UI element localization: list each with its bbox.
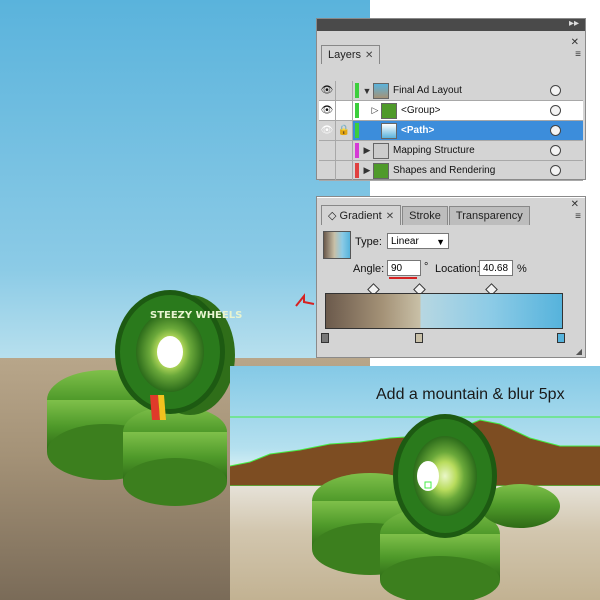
annotation-underline <box>389 277 417 279</box>
lock-toggle[interactable] <box>336 161 353 180</box>
chevron-down-icon[interactable]: ▼ <box>436 234 445 250</box>
annotation-arrow-icon <box>295 293 315 307</box>
degree-symbol: ° <box>424 261 429 273</box>
layers-panel[interactable]: ▸▸ Layers ✕ ✕ ≡ 👁 ▼ Final Ad Layout 👁 ▷ <… <box>316 18 586 181</box>
lock-toggle[interactable] <box>336 81 353 100</box>
close-tab-icon[interactable]: ✕ <box>365 50 373 61</box>
expand-triangle-icon[interactable]: ▶ <box>361 145 373 156</box>
target-circle-icon[interactable] <box>550 145 561 156</box>
layer-name: Mapping Structure <box>393 145 475 156</box>
layer-color-swatch <box>355 123 359 138</box>
gradient-color-stop[interactable] <box>557 333 565 343</box>
layer-name: Final Ad Layout <box>393 85 462 96</box>
layer-thumbnail <box>373 162 389 179</box>
gradient-color-stop[interactable] <box>321 333 329 343</box>
layer-row-final-ad-layout[interactable]: 👁 ▼ Final Ad Layout <box>319 81 583 101</box>
close-tab-icon[interactable]: ✕ <box>386 211 394 222</box>
close-panel-icon[interactable]: ✕ <box>571 199 579 210</box>
layer-color-swatch <box>355 163 359 178</box>
eye-icon[interactable]: 👁 <box>319 101 336 120</box>
resize-grip-icon[interactable]: ◢ <box>576 347 582 356</box>
layer-thumbnail <box>373 142 389 159</box>
lock-icon[interactable]: 🔒 <box>336 121 353 140</box>
type-label: Type: <box>355 236 382 248</box>
lock-toggle[interactable] <box>336 101 353 120</box>
location-input[interactable]: 40.68 <box>479 260 513 276</box>
panel-menu-icon[interactable]: ≡ <box>575 49 581 60</box>
tab-transparency[interactable]: Transparency <box>448 206 530 225</box>
wheel-brand-text: STEEZY WHEELS <box>150 310 242 321</box>
gradient-swatch-preview[interactable] <box>323 231 351 259</box>
tab-gradient[interactable]: ◇ Gradient ✕ <box>321 205 402 225</box>
target-circle-icon[interactable] <box>550 125 561 136</box>
location-label: Location: <box>435 263 480 275</box>
layers-tab-bar: Layers ✕ <box>321 45 381 64</box>
layer-row-group[interactable]: 👁 ▷ <Group> <box>319 101 583 121</box>
layer-color-swatch <box>355 83 359 98</box>
layer-row-shapes-and-rendering[interactable]: ▶ Shapes and Rendering <box>319 161 583 181</box>
close-panel-icon[interactable]: ✕ <box>571 37 579 48</box>
angle-input[interactable]: 90 <box>387 260 421 276</box>
tutorial-caption: Add a mountain & blur 5px <box>376 386 565 403</box>
eye-toggle[interactable] <box>319 141 336 160</box>
layer-thumbnail <box>381 122 397 139</box>
layer-name: <Path> <box>401 125 435 136</box>
layer-row-mapping-structure[interactable]: ▶ Mapping Structure <box>319 141 583 161</box>
gradient-panel[interactable]: ◇ Gradient ✕ Stroke Transparency ✕ ≡ Type: … <box>316 196 586 358</box>
expand-triangle-icon[interactable]: ▼ <box>361 86 373 96</box>
lock-toggle[interactable] <box>336 141 353 160</box>
layer-name: <Group> <box>401 105 441 116</box>
target-circle-icon[interactable] <box>550 105 561 116</box>
layer-thumbnail <box>373 82 389 99</box>
eye-icon[interactable]: 👁 <box>319 81 336 100</box>
tab-layers[interactable]: Layers ✕ <box>321 45 381 64</box>
percent-symbol: % <box>517 263 527 275</box>
tab-stroke[interactable]: Stroke <box>402 206 448 225</box>
panel-menu-icon[interactable]: ≡ <box>575 211 581 222</box>
layer-row-path[interactable]: 👁 🔒 <Path> <box>319 121 583 141</box>
gradient-tab-bar: ◇ Gradient ✕ Stroke Transparency <box>321 205 531 225</box>
layer-color-swatch <box>355 143 359 158</box>
gradient-color-stop[interactable] <box>415 333 423 343</box>
layer-thumbnail <box>381 102 397 119</box>
angle-label: Angle: <box>353 263 385 275</box>
expand-triangle-icon[interactable]: ▶ <box>361 165 373 176</box>
layer-name: Shapes and Rendering <box>393 165 496 176</box>
gradient-slider-bar[interactable] <box>325 293 563 329</box>
target-circle-icon[interactable] <box>550 165 561 176</box>
eye-toggle[interactable] <box>319 161 336 180</box>
type-select[interactable]: Linear ▼ <box>387 233 449 249</box>
collapse-icon[interactable]: ▸▸ <box>569 18 579 29</box>
expand-triangle-icon[interactable]: ▷ <box>369 105 381 116</box>
panel-grip-bar[interactable]: ▸▸ <box>317 18 585 31</box>
eye-icon[interactable]: 👁 <box>319 121 336 140</box>
layer-color-swatch <box>355 103 359 118</box>
target-circle-icon[interactable] <box>550 85 561 96</box>
